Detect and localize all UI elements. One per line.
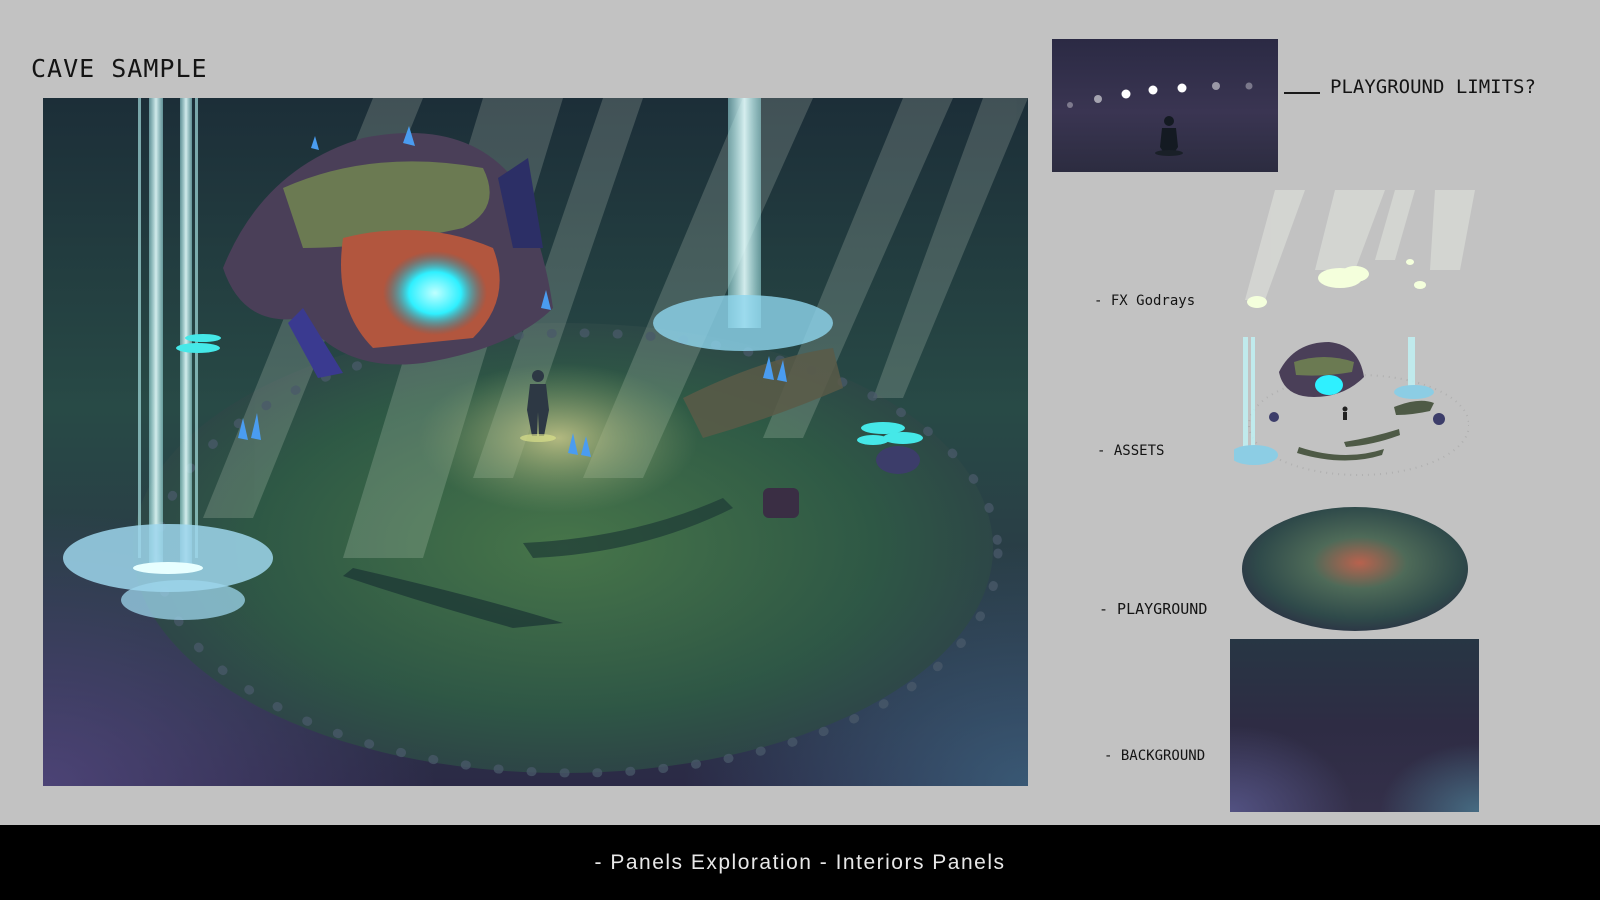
background-label: - BACKGROUND: [1104, 748, 1206, 764]
assets-label: - ASSETS: [1097, 443, 1165, 459]
page-title: CAVE SAMPLE: [31, 54, 208, 83]
playground-limits-thumbnail: [1052, 39, 1278, 172]
limits-pointer-line: [1284, 92, 1320, 94]
fx-godrays-thumbnail: [1245, 190, 1475, 308]
footer-bar: - Panels Exploration - Interiors Panels: [0, 825, 1600, 900]
playground-limits-label: PLAYGROUND LIMITS?: [1330, 76, 1536, 98]
playground-label: - PLAYGROUND: [1099, 600, 1208, 618]
cave-sample-painting: [43, 98, 1028, 786]
fx-godrays-label: - FX Godrays: [1094, 293, 1196, 309]
background-thumbnail: [1230, 639, 1479, 812]
assets-thumbnail: [1234, 337, 1469, 476]
footer-caption: - Panels Exploration - Interiors Panels: [594, 850, 1006, 874]
playground-thumbnail: [1242, 507, 1468, 631]
